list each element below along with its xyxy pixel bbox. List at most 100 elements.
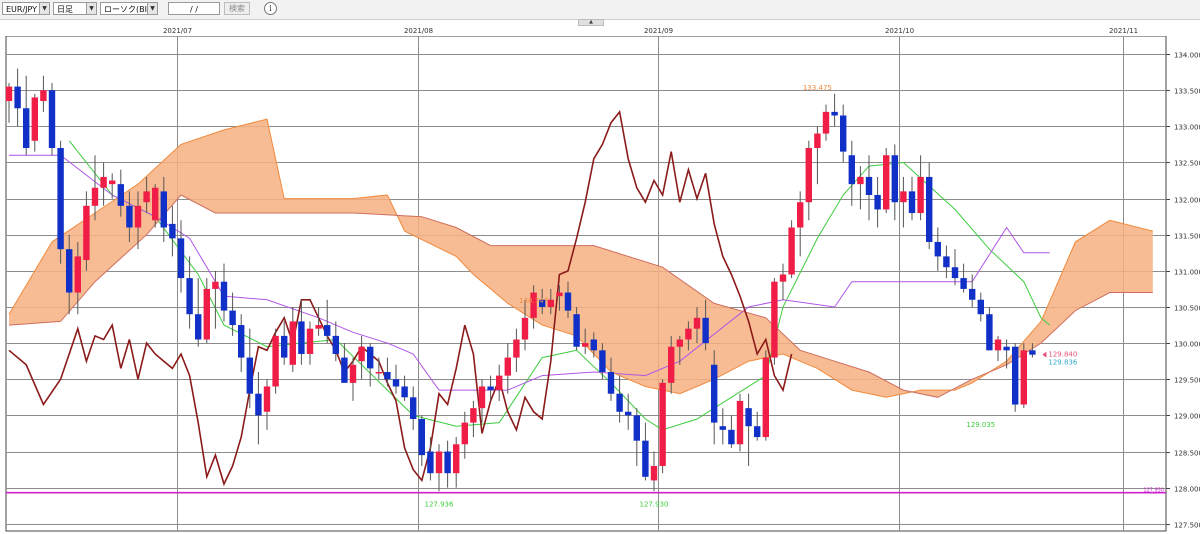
candle-body xyxy=(762,357,769,438)
candle-body xyxy=(298,321,305,354)
candle-body xyxy=(418,418,425,456)
candle-body xyxy=(547,299,554,307)
month-label: 2021/07 xyxy=(163,27,192,35)
y-tick-label: 129.500 xyxy=(1174,377,1200,385)
candle-body xyxy=(693,317,701,329)
candle-body xyxy=(943,256,950,268)
candle-body xyxy=(392,379,400,387)
current-price-label: 129.840 xyxy=(1048,351,1077,359)
candle xyxy=(272,328,279,394)
y-tick-label: 128.500 xyxy=(1174,450,1200,458)
candle-body xyxy=(83,205,90,261)
y-tick-label: 128.000 xyxy=(1174,486,1200,494)
y-tick-label: 133.000 xyxy=(1174,124,1200,132)
candle-body xyxy=(745,408,752,427)
candle-body xyxy=(100,176,107,188)
candle-body xyxy=(427,451,434,474)
candle-body xyxy=(599,350,606,373)
extreme-label: 127.930 xyxy=(640,501,669,509)
candle-body xyxy=(410,397,417,419)
candle-body xyxy=(109,180,116,185)
candle-body xyxy=(91,187,99,206)
candle xyxy=(1012,343,1019,412)
extreme-label: 130.747 xyxy=(519,297,548,305)
candle-body xyxy=(246,357,253,394)
candle xyxy=(736,393,744,452)
candle-body xyxy=(384,372,391,380)
candle-body xyxy=(582,343,589,347)
y-tick-label: 131.500 xyxy=(1174,233,1200,241)
candle-body xyxy=(315,325,322,329)
candle-body xyxy=(908,191,916,214)
candle-body xyxy=(504,357,511,376)
candle-body xyxy=(23,108,30,149)
candle-body xyxy=(788,227,795,275)
candle-body xyxy=(969,288,976,300)
candle-body xyxy=(203,288,210,340)
candle-body xyxy=(1029,350,1036,355)
candle-body xyxy=(848,155,855,185)
candle-body xyxy=(556,292,563,297)
candle-body xyxy=(822,111,830,134)
candle-body xyxy=(797,202,804,228)
candle-body xyxy=(521,317,529,340)
candle-body xyxy=(5,86,13,102)
candle-body xyxy=(160,191,167,228)
candle-body xyxy=(831,111,838,116)
candle-body xyxy=(917,176,924,214)
candle-body xyxy=(470,408,477,423)
extreme-label: 129.035 xyxy=(966,421,995,429)
candle-body xyxy=(367,346,374,369)
candle-body xyxy=(977,299,984,315)
y-tick-label: 131.000 xyxy=(1174,269,1200,277)
candle-body xyxy=(883,155,890,210)
candle-body xyxy=(117,184,124,206)
candle xyxy=(48,82,56,156)
candle-body xyxy=(728,429,735,445)
candle-body xyxy=(934,241,941,257)
y-tick-label: 132.000 xyxy=(1174,197,1200,205)
candle-body xyxy=(220,281,228,311)
price-axis: 127.500 128.000 128.500 129.000 129.500 130.0… xyxy=(1166,52,1200,530)
candle-body xyxy=(1012,346,1019,405)
candle-body xyxy=(865,176,873,195)
ask-price-label: 129.836 xyxy=(1048,359,1077,367)
candle-body xyxy=(805,148,812,203)
candle-body xyxy=(478,386,486,409)
candle-body xyxy=(177,238,185,279)
candle-body xyxy=(134,205,142,228)
y-tick-label: 129.000 xyxy=(1174,413,1200,421)
candle-body xyxy=(960,278,967,289)
candle-body xyxy=(324,325,331,336)
candle-body xyxy=(14,86,21,109)
candle xyxy=(57,140,64,264)
candle-body xyxy=(487,386,494,391)
candle xyxy=(762,350,769,441)
candle-body xyxy=(659,382,666,466)
candle-body xyxy=(1003,346,1010,351)
candle-body xyxy=(1020,350,1027,405)
candle-body xyxy=(263,386,271,412)
candle-body xyxy=(31,97,38,141)
candle-body xyxy=(195,314,202,340)
level-label: 127.930 xyxy=(1143,488,1164,494)
month-label: 2021/09 xyxy=(644,27,673,35)
candle-body xyxy=(74,256,81,293)
candle-body xyxy=(564,292,572,311)
candle-body xyxy=(771,281,778,358)
candle-body xyxy=(625,411,632,416)
candle-body xyxy=(186,278,193,315)
candle-body xyxy=(891,155,898,203)
y-tick-label: 134.000 xyxy=(1174,52,1200,60)
candle-body xyxy=(814,133,821,149)
candle-body xyxy=(711,364,718,423)
candle-body xyxy=(513,339,520,358)
candle-body xyxy=(840,115,847,152)
candle-body xyxy=(48,90,56,149)
candle-body xyxy=(281,335,288,358)
candle-body xyxy=(633,415,640,441)
candle-body xyxy=(126,205,133,228)
candle-body xyxy=(444,451,451,474)
candle-body xyxy=(874,194,881,210)
candle-body xyxy=(255,393,262,416)
